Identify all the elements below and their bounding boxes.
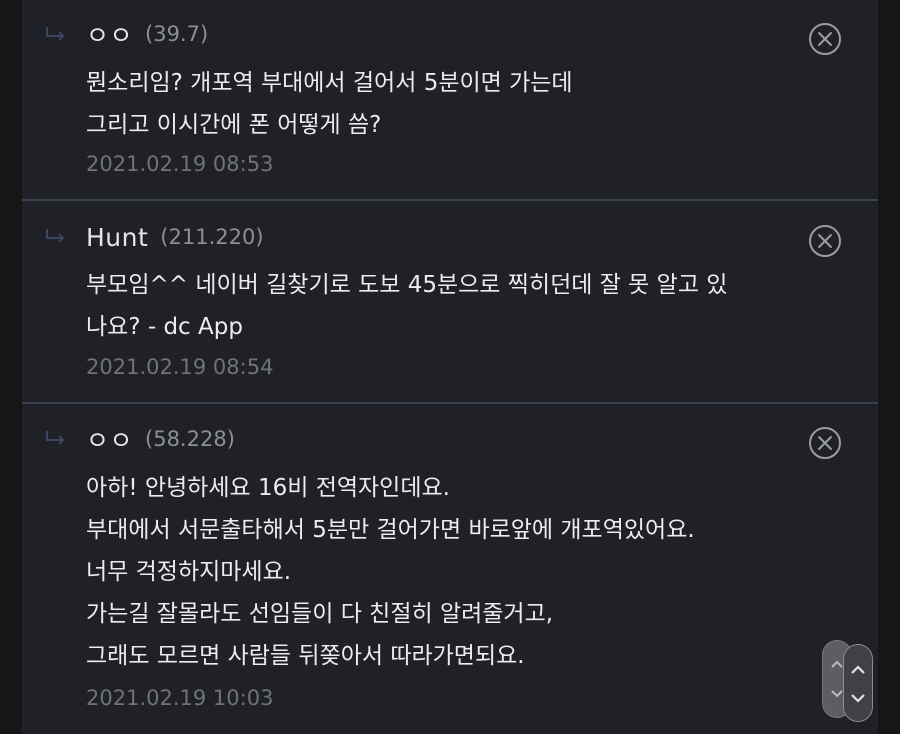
reply-arrow-icon [46, 229, 65, 243]
comment-author: Hunt [86, 222, 149, 252]
comment-ip: (58.228) [145, 427, 235, 451]
comment-body-line: 부대에서 서문출타해서 5분만 걸어가면 바로앞에 개포역있어요. [86, 517, 695, 543]
comment-body-line: 아하! 안녕하세요 16비 전역자인데요. [86, 475, 450, 501]
close-circle-icon[interactable] [808, 426, 842, 460]
reply-arrow-icon [46, 431, 65, 445]
comment-timestamp: 2021.02.19 10:03 [86, 686, 274, 710]
comment-author-line: ㅇㅇ (39.7) [86, 18, 208, 50]
chevron-up-icon[interactable] [851, 665, 865, 674]
comment-list-screen: ㅇㅇ (39.7) 뭔소리임? 개포역 부대에서 걸어서 5분이면 가는데 그리… [0, 0, 900, 734]
comment-ip: (211.220) [160, 225, 264, 249]
comment-divider [22, 402, 878, 404]
comment-body-line: 나요? - dc App [86, 314, 243, 340]
comment-author-line: Hunt (211.220) [86, 221, 264, 253]
reply-arrow-icon [46, 27, 65, 41]
comment-body: 뭔소리임? 개포역 부대에서 걸어서 5분이면 가는데 그리고 이시간에 폰 어… [86, 62, 826, 146]
close-circle-icon[interactable] [808, 224, 842, 258]
close-circle-icon[interactable] [808, 22, 842, 56]
comment-body-line: 뭔소리임? 개포역 부대에서 걸어서 5분이면 가는데 [86, 70, 573, 96]
scroll-button[interactable] [843, 644, 873, 722]
comment-author-line: ㅇㅇ (58.228) [86, 423, 235, 455]
comment-timestamp: 2021.02.19 08:54 [86, 355, 274, 379]
comment-author: ㅇㅇ [86, 21, 134, 50]
comment-divider [22, 199, 878, 201]
comment-body-line: 부모임^^ 네이버 길찾기로 도보 45분으로 찍히던데 잘 못 알고 있 [86, 272, 728, 298]
comment-body-line: 너무 걱정하지마세요. [86, 559, 292, 585]
comment-body: 아하! 안녕하세요 16비 전역자인데요. 부대에서 서문출타해서 5분만 걸어… [86, 467, 826, 677]
comment-body-line: 가는길 잘몰라도 선임들이 다 친절히 알려줄거고, [86, 601, 554, 627]
comment-timestamp: 2021.02.19 08:53 [86, 152, 274, 176]
chevron-down-icon[interactable] [851, 694, 865, 703]
scroll-button-chevrons [851, 665, 865, 703]
comment-ip: (39.7) [145, 22, 209, 46]
comment-body-line: 그래도 모르면 사람들 뒤쫒아서 따라가면되요. [86, 643, 525, 669]
comment-author: ㅇㅇ [86, 426, 134, 455]
comment-body-line: 그리고 이시간에 폰 어떻게 씀? [86, 112, 382, 138]
comment-body: 부모임^^ 네이버 길찾기로 도보 45분으로 찍히던데 잘 못 알고 있 나요… [86, 264, 826, 348]
